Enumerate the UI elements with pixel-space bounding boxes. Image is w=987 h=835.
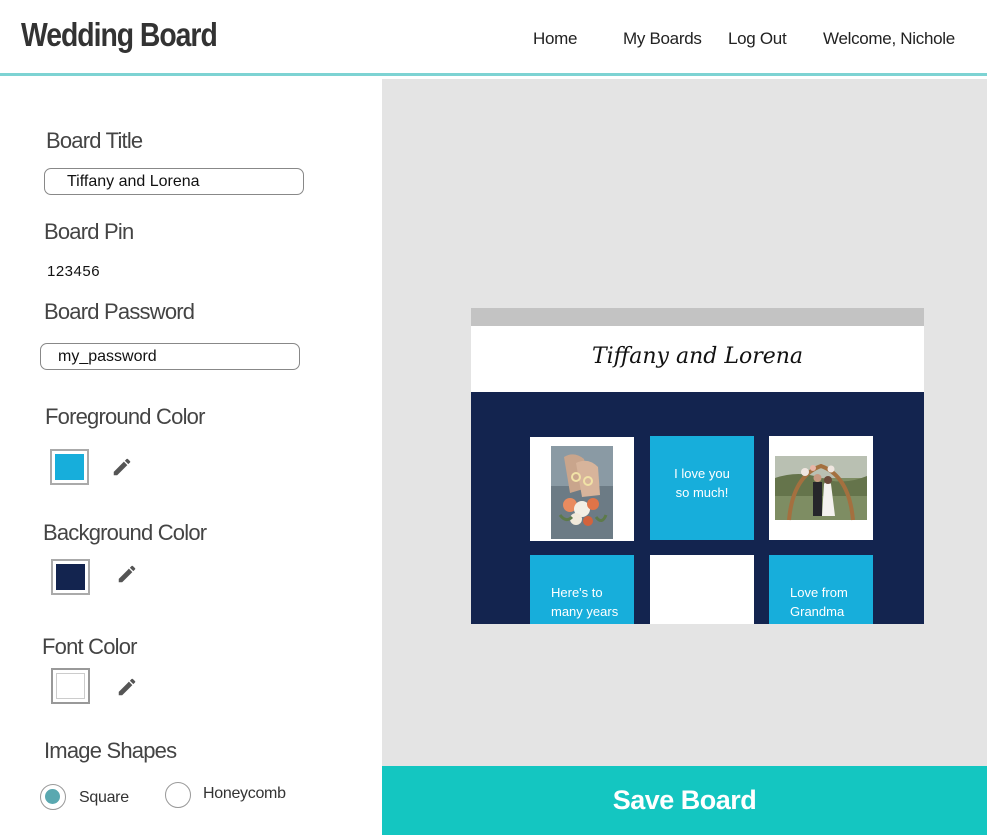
board-top-bar <box>471 308 924 326</box>
board-password-label: Board Password <box>44 299 195 324</box>
welcome-user[interactable]: Welcome, Nichole <box>823 29 955 49</box>
photo-tile[interactable] <box>769 436 873 540</box>
foreground-color-fill <box>55 454 84 480</box>
nav-log-out[interactable]: Log Out <box>728 29 787 49</box>
image-shapes-label: Image Shapes <box>44 738 177 763</box>
board-pin-label: Board Pin <box>44 219 134 244</box>
pencil-icon[interactable] <box>116 563 138 585</box>
radio-honeycomb-label: Honeycomb <box>203 785 286 802</box>
note-line: Grandma <box>790 604 845 619</box>
board-password-input[interactable]: my_password <box>40 343 300 370</box>
radio-square[interactable] <box>40 784 66 810</box>
pencil-icon[interactable] <box>111 456 133 478</box>
note-line: Here's to <box>551 585 603 600</box>
background-color-label: Background Color <box>43 520 207 545</box>
app-logo[interactable]: Wedding Board <box>21 16 218 54</box>
font-color-label: Font Color <box>42 634 138 659</box>
note-line: Love from <box>790 585 848 600</box>
board-pin-value: 123456 <box>47 263 101 280</box>
note-line: so much! <box>675 485 729 500</box>
background-color-fill <box>56 564 85 590</box>
board-preview-area: Tiffany and Lorena I love you so much! H… <box>382 79 987 766</box>
board-preview: Tiffany and Lorena I love you so much! H… <box>471 308 924 624</box>
save-board-button[interactable]: Save Board <box>382 766 987 835</box>
board-preview-body: I love you so much! Here's to many years… <box>471 392 924 624</box>
foreground-color-label: Foreground Color <box>45 404 205 429</box>
photo-tile[interactable] <box>530 437 634 541</box>
background-color-swatch[interactable] <box>51 559 90 595</box>
nav-my-boards[interactable]: My Boards <box>623 29 702 49</box>
board-title-label: Board Title <box>46 128 143 153</box>
note-tile[interactable]: I love you so much! <box>650 436 754 540</box>
board-preview-title: Tiffany and Lorena <box>591 344 804 369</box>
board-title-bar: Tiffany and Lorena <box>471 326 924 392</box>
blank-tile[interactable] <box>650 555 754 624</box>
header: Wedding Board Home My Boards Log Out Wel… <box>0 0 987 76</box>
note-line: I love you <box>674 466 730 481</box>
radio-square-label: Square <box>79 789 129 806</box>
note-tile[interactable]: Love from Grandma <box>769 555 873 624</box>
foreground-color-swatch[interactable] <box>50 449 89 485</box>
note-line: many years <box>551 604 619 619</box>
pencil-icon[interactable] <box>116 676 138 698</box>
board-title-input[interactable]: Tiffany and Lorena <box>44 168 304 195</box>
note-tile[interactable]: Here's to many years <box>530 555 634 624</box>
wedding-couple-photo-icon <box>775 456 867 521</box>
wedding-rings-photo-icon <box>551 446 613 539</box>
settings-sidebar: Board Title Tiffany and Lorena Board Pin… <box>0 79 382 835</box>
font-color-fill <box>56 673 85 699</box>
radio-honeycomb[interactable] <box>165 782 191 808</box>
font-color-swatch[interactable] <box>51 668 90 704</box>
nav-home[interactable]: Home <box>533 29 577 49</box>
